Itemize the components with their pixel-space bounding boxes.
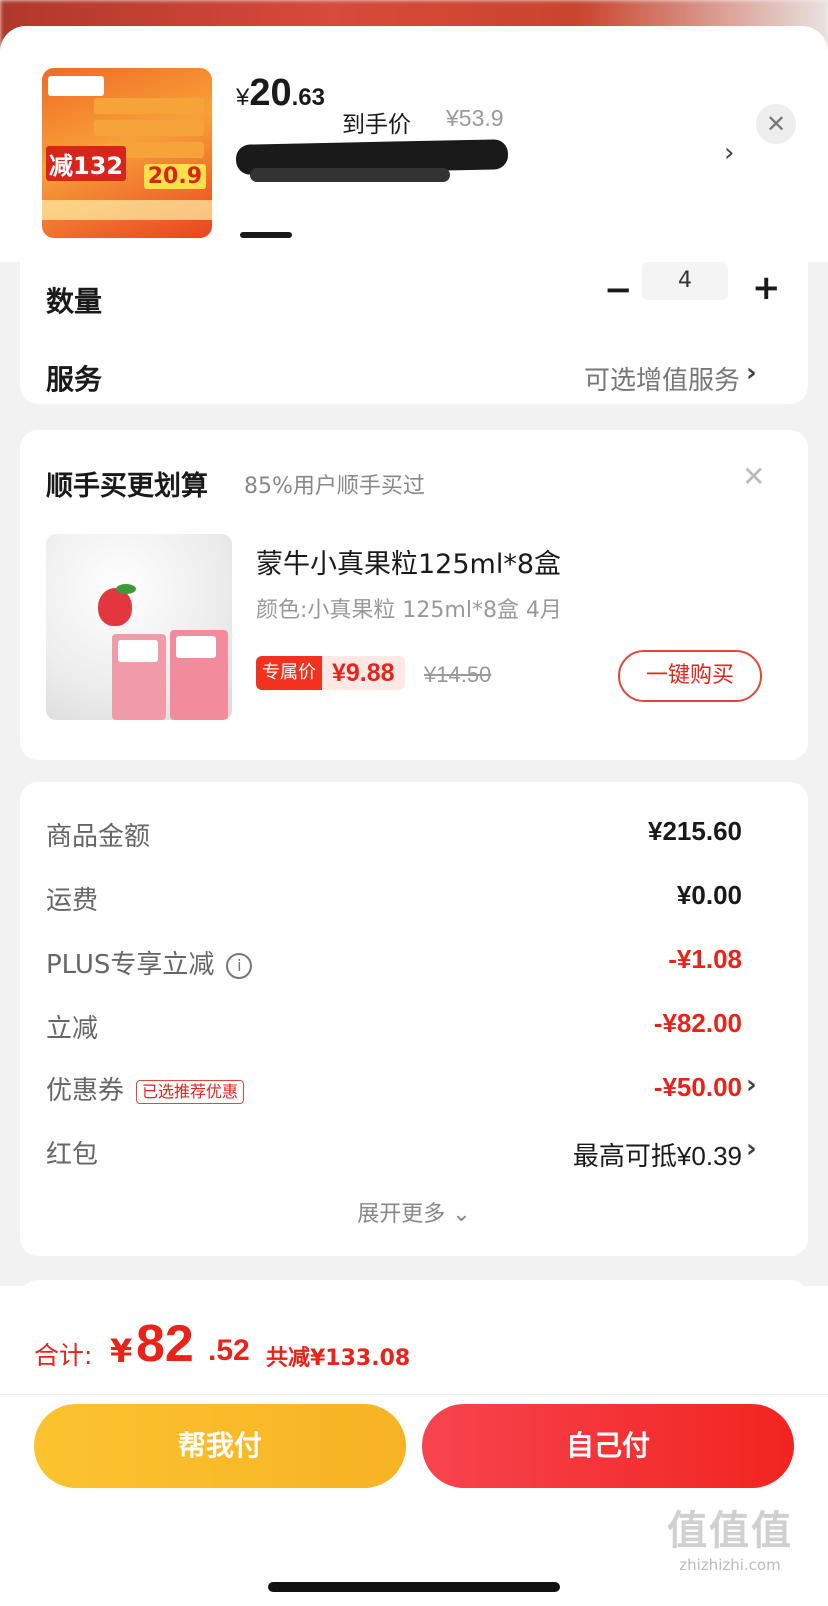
quantity-increment-button[interactable]: + bbox=[752, 268, 781, 308]
chevron-right-icon[interactable]: › bbox=[724, 138, 734, 168]
thumb-pack bbox=[94, 98, 204, 114]
summary-row-value: ¥215.60 bbox=[648, 816, 742, 846]
total-label: 合计: bbox=[34, 1341, 93, 1370]
addon-card: 顺手买更划算 85%用户顺手买过 ✕ 蒙牛小真果粒125ml*8盒 颜色:小真果… bbox=[20, 430, 808, 760]
summary-row-value: ¥0.00 bbox=[676, 880, 742, 910]
strawberry-leaf bbox=[116, 584, 136, 594]
quantity-decrement-button[interactable]: − bbox=[604, 270, 633, 310]
service-label: 服务 bbox=[46, 363, 103, 396]
product-header: 减132 20.9 ¥20.63 到手价 ¥53.9 ✕ › bbox=[0, 26, 828, 262]
total-int: 82 bbox=[136, 1315, 194, 1373]
help-pay-button[interactable]: 帮我付 bbox=[34, 1404, 406, 1488]
drink-box bbox=[112, 634, 166, 720]
price-summary-card: 商品金额 ¥215.60 运费 ¥0.00 PLUS专享立减 i -¥1.08 立… bbox=[20, 782, 808, 1256]
exclusive-price-label: 专属价 bbox=[256, 656, 322, 690]
addon-price: ¥9.88 bbox=[322, 656, 405, 690]
drink-box bbox=[170, 630, 228, 720]
thumb-pack bbox=[94, 120, 204, 136]
self-pay-button[interactable]: 自己付 bbox=[422, 1404, 794, 1488]
summary-row-label: PLUS专享立减 bbox=[46, 950, 215, 980]
final-price-label: 到手价 bbox=[342, 112, 411, 138]
close-icon[interactable]: ✕ bbox=[756, 104, 796, 144]
home-indicator[interactable] bbox=[268, 1582, 560, 1592]
coupon-row[interactable]: 优惠券 已选推荐优惠 bbox=[46, 1070, 245, 1107]
addon-product-image[interactable] bbox=[46, 534, 232, 720]
thumb-brand-tag bbox=[48, 76, 104, 96]
coupon-selected-badge: 已选推荐优惠 bbox=[136, 1079, 245, 1104]
watermark: 值值值 zhizhizhi.com bbox=[640, 1498, 820, 1574]
thumb-price-badge: 20.9 bbox=[143, 164, 206, 189]
price-dec: .63 bbox=[291, 84, 326, 111]
chevron-right-icon[interactable]: › bbox=[746, 358, 757, 388]
summary-row-label: 商品金额 bbox=[46, 822, 151, 852]
drink-box-label bbox=[118, 640, 158, 662]
checkout-sheet: 减132 20.9 ¥20.63 到手价 ¥53.9 ✕ › 数量 − 4 + … bbox=[0, 26, 828, 1606]
addon-product-name[interactable]: 蒙牛小真果粒125ml*8盒 bbox=[256, 542, 561, 581]
addon-old-price: ¥14.50 bbox=[424, 662, 492, 687]
summary-row-value: -¥1.08 bbox=[668, 944, 742, 974]
summary-row-label: 红包 bbox=[46, 1140, 99, 1170]
total-dec: .52 bbox=[208, 1334, 250, 1367]
total-yen: ¥ bbox=[110, 1332, 133, 1370]
summary-row-value: -¥82.00 bbox=[653, 1008, 742, 1038]
addon-product-spec: 颜色:小真果粒 125ml*8盒 4月 bbox=[256, 598, 562, 623]
quantity-label: 数量 bbox=[46, 285, 103, 318]
thumb-cut-badge: 减132 bbox=[46, 146, 127, 181]
watermark-url: zhizhizhi.com bbox=[679, 1556, 781, 1574]
info-icon[interactable]: i bbox=[226, 952, 253, 979]
divider bbox=[0, 1394, 828, 1395]
total-saved[interactable]: 共减¥133.08 bbox=[266, 1340, 410, 1372]
summary-row-value[interactable]: -¥50.00 bbox=[654, 1072, 742, 1103]
thumb-band bbox=[42, 200, 212, 220]
service-value[interactable]: 可选增值服务 bbox=[584, 360, 740, 397]
addon-subtitle: 85%用户顺手买过 bbox=[244, 474, 425, 499]
redacted-spec bbox=[240, 232, 292, 238]
watermark-logo: 值值值 bbox=[667, 1508, 793, 1554]
summary-row-label: 运费 bbox=[46, 886, 99, 916]
product-thumbnail[interactable]: 减132 20.9 bbox=[42, 68, 212, 238]
summary-row-label: 优惠券 bbox=[46, 1076, 125, 1106]
original-price: ¥53.9 bbox=[446, 105, 504, 131]
price-yen: ¥ bbox=[236, 84, 250, 111]
quantity-stepper[interactable]: 4 bbox=[642, 262, 728, 300]
price-int: 20 bbox=[249, 72, 292, 114]
close-icon[interactable]: ✕ bbox=[742, 460, 765, 493]
redacted-title-line bbox=[250, 168, 450, 182]
chevron-right-icon[interactable]: › bbox=[746, 1134, 757, 1164]
one-click-buy-button[interactable]: 一键购买 bbox=[618, 650, 762, 702]
addon-title: 顺手买更划算 bbox=[46, 471, 208, 502]
plus-discount-row: PLUS专享立减 i bbox=[46, 944, 253, 981]
summary-row-value[interactable]: 最高可抵¥0.39 bbox=[573, 1136, 742, 1173]
summary-row-label: 立减 bbox=[46, 1014, 99, 1044]
expand-more-button[interactable]: 展开更多 ⌄ bbox=[20, 1196, 808, 1228]
final-price: ¥20.63 bbox=[236, 72, 325, 115]
drink-box-label bbox=[176, 636, 216, 658]
chevron-right-icon[interactable]: › bbox=[746, 1070, 757, 1100]
addon-price-tag: 专属价 ¥9.88 bbox=[256, 656, 405, 690]
